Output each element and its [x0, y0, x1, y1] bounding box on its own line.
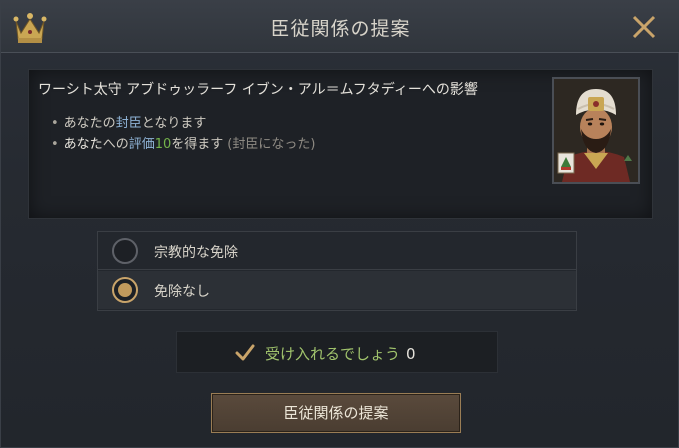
acceptance-label: 受け入れるでしょう [265, 345, 401, 363]
acceptance-indicator: 受け入れるでしょう 0 [176, 331, 498, 373]
effect-bullet-opinion: • あなたへの評価10を得ます (封臣になった) [51, 133, 315, 152]
vassal-link[interactable]: 封臣 [116, 116, 142, 131]
option-label: 免除なし [154, 284, 210, 300]
effect-note: (封臣になった) [227, 137, 316, 152]
option-no-exemption[interactable]: 免除なし [98, 271, 576, 309]
effects-heading: ワーシト太守 アブドゥッラーフ イブン・アル＝ムフタディーへの影響 [38, 82, 478, 98]
close-icon[interactable] [630, 13, 658, 41]
option-religious-exemption[interactable]: 宗教的な免除 [98, 232, 576, 270]
radio-button-selected[interactable] [112, 277, 138, 303]
effect-text-mid: への [102, 137, 129, 152]
effect-text-pre: あなたの [63, 116, 116, 131]
checkmark-icon [235, 344, 255, 361]
bullet-dot: • [51, 137, 59, 152]
character-portrait[interactable] [552, 77, 640, 184]
acceptance-value: 0 [406, 345, 416, 363]
opinion-value: 10 [154, 137, 172, 152]
effect-text-post: となります [141, 116, 207, 131]
radio-button[interactable] [112, 238, 138, 264]
propose-vassalage-button[interactable]: 臣従関係の提案 [211, 393, 461, 433]
effects-panel: ワーシト太守 アブドゥッラーフ イブン・アル＝ムフタディーへの影響 • あなたの封… [28, 69, 653, 219]
opinion-link[interactable]: 評価 [129, 137, 155, 152]
window-title: 臣従関係の提案 [270, 18, 411, 40]
exemption-options: 宗教的な免除 免除なし [97, 231, 577, 311]
vassalage-proposal-window: 臣従関係の提案 ワーシト太守 アブドゥッラーフ イブン・アル＝ムフタディーへの影… [0, 0, 679, 448]
effect-bullet-vassal: • あなたの封臣となります [51, 112, 206, 131]
effect-text-post: を得ます [171, 137, 224, 152]
option-label: 宗教的な免除 [154, 245, 238, 261]
effect-subject: あなた [63, 137, 103, 152]
acceptance-text: 受け入れるでしょう 0 [265, 343, 416, 364]
window-header: 臣従関係の提案 [1, 1, 679, 53]
bullet-dot: • [51, 116, 59, 131]
